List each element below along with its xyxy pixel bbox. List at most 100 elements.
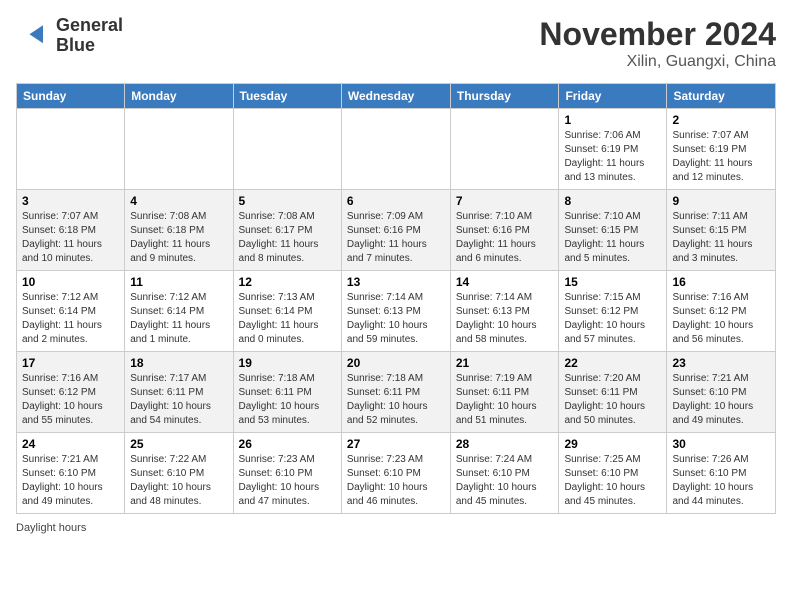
calendar-cell: 18 Sunrise: 7:17 AMSunset: 6:11 PMDayligh… [125, 352, 233, 433]
calendar-table: SundayMondayTuesdayWednesdayThursdayFrid… [16, 83, 776, 514]
day-number: 6 [347, 194, 445, 208]
day-info: Sunrise: 7:06 AMSunset: 6:19 PMDaylight:… [564, 129, 661, 185]
logo-text: General Blue [56, 16, 123, 56]
day-number: 7 [456, 194, 554, 208]
day-info: Sunrise: 7:22 AMSunset: 6:10 PMDaylight:… [130, 453, 227, 509]
day-info: Sunrise: 7:25 AMSunset: 6:10 PMDaylight:… [564, 453, 661, 509]
day-number: 30 [672, 437, 770, 451]
logo-line2: Blue [56, 36, 123, 56]
calendar-cell: 8 Sunrise: 7:10 AMSunset: 6:15 PMDaylight… [559, 190, 667, 271]
calendar-cell: 1 Sunrise: 7:06 AMSunset: 6:19 PMDaylight… [559, 109, 667, 190]
calendar-cell [125, 109, 233, 190]
day-info: Sunrise: 7:07 AMSunset: 6:19 PMDaylight:… [672, 129, 770, 185]
calendar-cell: 2Sunrise: 7:07 AMSunset: 6:19 PMDaylight… [667, 109, 776, 190]
day-info: Sunrise: 7:17 AMSunset: 6:11 PMDaylight:… [130, 372, 227, 428]
calendar-cell: 7 Sunrise: 7:10 AMSunset: 6:16 PMDaylight… [450, 190, 559, 271]
day-number: 28 [456, 437, 554, 451]
logo-icon [16, 18, 52, 54]
location: Xilin, Guangxi, China [539, 53, 776, 71]
day-number: 15 [564, 275, 661, 289]
day-info: Sunrise: 7:20 AMSunset: 6:11 PMDaylight:… [564, 372, 661, 428]
calendar-dow-wednesday: Wednesday [341, 84, 450, 109]
day-number: 12 [239, 275, 336, 289]
calendar-cell [341, 109, 450, 190]
day-number: 5 [239, 194, 336, 208]
calendar-week-row: 17Sunrise: 7:16 AMSunset: 6:12 PMDayligh… [17, 352, 776, 433]
calendar-cell: 3 Sunrise: 7:07 AMSunset: 6:18 PMDaylight… [17, 190, 125, 271]
day-info: Sunrise: 7:19 AMSunset: 6:11 PMDaylight:… [456, 372, 554, 428]
calendar-cell: 25 Sunrise: 7:22 AMSunset: 6:10 PMDayligh… [125, 433, 233, 514]
calendar-cell [450, 109, 559, 190]
calendar-cell: 27 Sunrise: 7:23 AMSunset: 6:10 PMDayligh… [341, 433, 450, 514]
day-number: 19 [239, 356, 336, 370]
calendar-week-row: 1 Sunrise: 7:06 AMSunset: 6:19 PMDaylight… [17, 109, 776, 190]
day-info: Sunrise: 7:09 AMSunset: 6:16 PMDaylight:… [347, 210, 445, 266]
calendar-cell: 6 Sunrise: 7:09 AMSunset: 6:16 PMDaylight… [341, 190, 450, 271]
logo: General Blue [16, 16, 123, 56]
calendar-cell: 10Sunrise: 7:12 AMSunset: 6:14 PMDayligh… [17, 271, 125, 352]
day-info: Sunrise: 7:21 AMSunset: 6:10 PMDaylight:… [22, 453, 119, 509]
calendar-cell: 23 Sunrise: 7:21 AMSunset: 6:10 PMDayligh… [667, 352, 776, 433]
day-info: Sunrise: 7:13 AMSunset: 6:14 PMDaylight:… [239, 291, 336, 347]
daylight-hours-label: Daylight hours [16, 522, 86, 534]
calendar-cell: 22 Sunrise: 7:20 AMSunset: 6:11 PMDayligh… [559, 352, 667, 433]
day-number: 29 [564, 437, 661, 451]
day-number: 26 [239, 437, 336, 451]
calendar-cell: 11Sunrise: 7:12 AMSunset: 6:14 PMDayligh… [125, 271, 233, 352]
day-number: 24 [22, 437, 119, 451]
day-number: 14 [456, 275, 554, 289]
day-info: Sunrise: 7:16 AMSunset: 6:12 PMDaylight:… [22, 372, 119, 428]
calendar-dow-sunday: Sunday [17, 84, 125, 109]
calendar-header-row: SundayMondayTuesdayWednesdayThursdayFrid… [17, 84, 776, 109]
day-info: Sunrise: 7:08 AMSunset: 6:17 PMDaylight:… [239, 210, 336, 266]
day-info: Sunrise: 7:10 AMSunset: 6:16 PMDaylight:… [456, 210, 554, 266]
calendar-cell: 17Sunrise: 7:16 AMSunset: 6:12 PMDayligh… [17, 352, 125, 433]
calendar-cell: 19 Sunrise: 7:18 AMSunset: 6:11 PMDayligh… [233, 352, 341, 433]
day-info: Sunrise: 7:18 AMSunset: 6:11 PMDaylight:… [347, 372, 445, 428]
day-number: 8 [564, 194, 661, 208]
day-info: Sunrise: 7:23 AMSunset: 6:10 PMDaylight:… [239, 453, 336, 509]
calendar-dow-tuesday: Tuesday [233, 84, 341, 109]
day-number: 23 [672, 356, 770, 370]
day-number: 25 [130, 437, 227, 451]
calendar-cell: 15 Sunrise: 7:15 AMSunset: 6:12 PMDayligh… [559, 271, 667, 352]
day-info: Sunrise: 7:08 AMSunset: 6:18 PMDaylight:… [130, 210, 227, 266]
day-info: Sunrise: 7:15 AMSunset: 6:12 PMDaylight:… [564, 291, 661, 347]
month-title: November 2024 [539, 16, 776, 53]
day-info: Sunrise: 7:21 AMSunset: 6:10 PMDaylight:… [672, 372, 770, 428]
day-info: Sunrise: 7:24 AMSunset: 6:10 PMDaylight:… [456, 453, 554, 509]
calendar-cell: 5 Sunrise: 7:08 AMSunset: 6:17 PMDaylight… [233, 190, 341, 271]
calendar-cell: 26 Sunrise: 7:23 AMSunset: 6:10 PMDayligh… [233, 433, 341, 514]
day-number: 1 [564, 113, 661, 127]
calendar-cell: 28 Sunrise: 7:24 AMSunset: 6:10 PMDayligh… [450, 433, 559, 514]
day-info: Sunrise: 7:18 AMSunset: 6:11 PMDaylight:… [239, 372, 336, 428]
calendar-cell: 12 Sunrise: 7:13 AMSunset: 6:14 PMDayligh… [233, 271, 341, 352]
day-number: 18 [130, 356, 227, 370]
day-number: 3 [22, 194, 119, 208]
day-info: Sunrise: 7:26 AMSunset: 6:10 PMDaylight:… [672, 453, 770, 509]
day-info: Sunrise: 7:23 AMSunset: 6:10 PMDaylight:… [347, 453, 445, 509]
day-info: Sunrise: 7:11 AMSunset: 6:15 PMDaylight:… [672, 210, 770, 266]
page-header: General Blue November 2024 Xilin, Guangx… [16, 16, 776, 71]
day-number: 4 [130, 194, 227, 208]
calendar-week-row: 10Sunrise: 7:12 AMSunset: 6:14 PMDayligh… [17, 271, 776, 352]
footer-note: Daylight hours [16, 522, 776, 534]
day-number: 27 [347, 437, 445, 451]
title-block: November 2024 Xilin, Guangxi, China [539, 16, 776, 71]
calendar-dow-monday: Monday [125, 84, 233, 109]
day-number: 21 [456, 356, 554, 370]
day-number: 10 [22, 275, 119, 289]
calendar-cell: 20 Sunrise: 7:18 AMSunset: 6:11 PMDayligh… [341, 352, 450, 433]
calendar-cell: 16Sunrise: 7:16 AMSunset: 6:12 PMDayligh… [667, 271, 776, 352]
day-number: 20 [347, 356, 445, 370]
day-number: 9 [672, 194, 770, 208]
day-info: Sunrise: 7:07 AMSunset: 6:18 PMDaylight:… [22, 210, 119, 266]
calendar-cell: 9 Sunrise: 7:11 AMSunset: 6:15 PMDaylight… [667, 190, 776, 271]
day-info: Sunrise: 7:10 AMSunset: 6:15 PMDaylight:… [564, 210, 661, 266]
calendar-dow-friday: Friday [559, 84, 667, 109]
day-number: 22 [564, 356, 661, 370]
day-info: Sunrise: 7:16 AMSunset: 6:12 PMDaylight:… [672, 291, 770, 347]
calendar-dow-saturday: Saturday [667, 84, 776, 109]
calendar-dow-thursday: Thursday [450, 84, 559, 109]
logo-line1: General [56, 16, 123, 36]
